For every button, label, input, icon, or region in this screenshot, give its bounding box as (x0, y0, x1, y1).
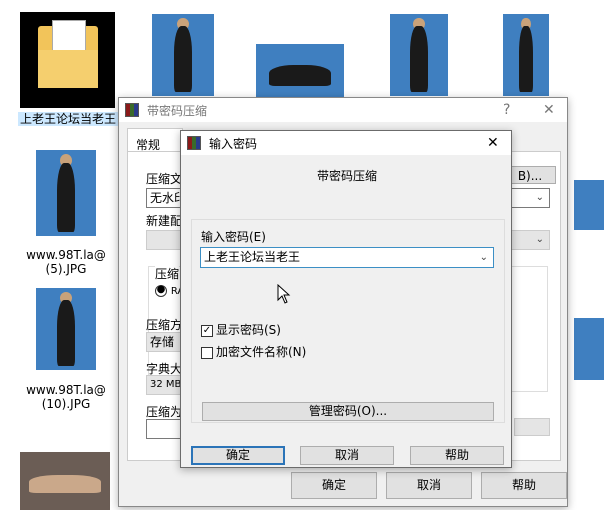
file-name-line: (10).JPG (41, 397, 91, 411)
password-dialog: 输入密码 ✕ 带密码压缩 输入密码(E) 上老王论坛当老王 ⌄ ✓ 显示密码(S) … (180, 130, 512, 468)
photo-thumbnail[interactable] (390, 14, 448, 96)
photo-thumbnail[interactable] (574, 318, 604, 380)
file-name-line: www.98T.la@ (26, 383, 106, 397)
archive-name-label: 压缩文 (146, 172, 183, 186)
password-group: 输入密码(E) 上老王论坛当老王 ⌄ ✓ 显示密码(S) 加密文件名称(N) 管理密… (191, 219, 505, 423)
photo-thumbnail[interactable] (36, 150, 96, 236)
password-combo[interactable]: 上老王论坛当老王 ⌄ (200, 247, 494, 268)
method-label: 压缩方 (146, 318, 183, 332)
winrar-icon (125, 103, 139, 117)
mouse-cursor-icon (277, 284, 291, 304)
cancel-button[interactable]: 取消 (386, 472, 472, 499)
folder-icon (38, 20, 98, 88)
show-password-checkbox[interactable]: ✓ 显示密码(S) (201, 321, 281, 338)
close-icon[interactable]: ✕ (487, 135, 499, 151)
password-dialog-titlebar: 输入密码 ✕ (181, 131, 511, 155)
archive-dialog-titlebar: 带密码压缩 ? ✕ (119, 98, 567, 122)
file-name-line: www.98T.la@ (26, 248, 106, 262)
manage-passwords-button[interactable]: 管理密码(O)... (202, 402, 494, 421)
format-group-label: 压缩 (155, 265, 180, 282)
file-label: www.98T.la@ (5).JPG (20, 248, 112, 276)
dialog-heading: 带密码压缩 (316, 169, 377, 183)
password-label: 输入密码(E) (201, 230, 266, 244)
help-icon[interactable]: ? (503, 102, 510, 118)
folder-icon-item[interactable] (20, 12, 115, 108)
encrypt-names-label: 加密文件名称(N) (216, 345, 307, 359)
checkbox-checked-icon: ✓ (201, 324, 213, 337)
chevron-down-icon: ⌄ (479, 252, 488, 263)
tab-general[interactable]: 常规 (127, 128, 183, 152)
file-name-line: (5).JPG (45, 262, 87, 276)
cancel-button[interactable]: 取消 (300, 446, 394, 465)
help-button[interactable]: 帮助 (481, 472, 567, 499)
checkbox-empty-icon (201, 346, 213, 359)
dialog-title: 带密码压缩 (147, 103, 208, 118)
photo-thumbnail[interactable] (152, 14, 214, 96)
split-label: 压缩为 (146, 405, 183, 419)
photo-thumbnail[interactable] (20, 452, 110, 510)
photo-thumbnail[interactable] (36, 288, 96, 370)
profile-label: 新建配 (146, 214, 183, 228)
photo-thumbnail[interactable] (503, 14, 549, 96)
encrypt-names-checkbox[interactable]: 加密文件名称(N) (201, 343, 306, 360)
folder-label: 上老王论坛当老王 (18, 112, 118, 126)
photo-thumbnail[interactable] (574, 180, 604, 230)
ok-button[interactable]: 确定 (191, 446, 285, 465)
close-icon[interactable]: ✕ (543, 102, 555, 118)
password-value: 上老王论坛当老王 (204, 250, 301, 264)
ok-button[interactable]: 确定 (291, 472, 377, 499)
winrar-icon (187, 136, 201, 150)
photo-thumbnail[interactable] (256, 44, 344, 104)
show-password-label: 显示密码(S) (216, 323, 281, 337)
right-panel-button[interactable] (514, 418, 550, 436)
file-label: www.98T.la@ (10).JPG (20, 383, 112, 411)
dialog-title: 输入密码 (209, 136, 258, 151)
help-button[interactable]: 帮助 (410, 446, 504, 465)
